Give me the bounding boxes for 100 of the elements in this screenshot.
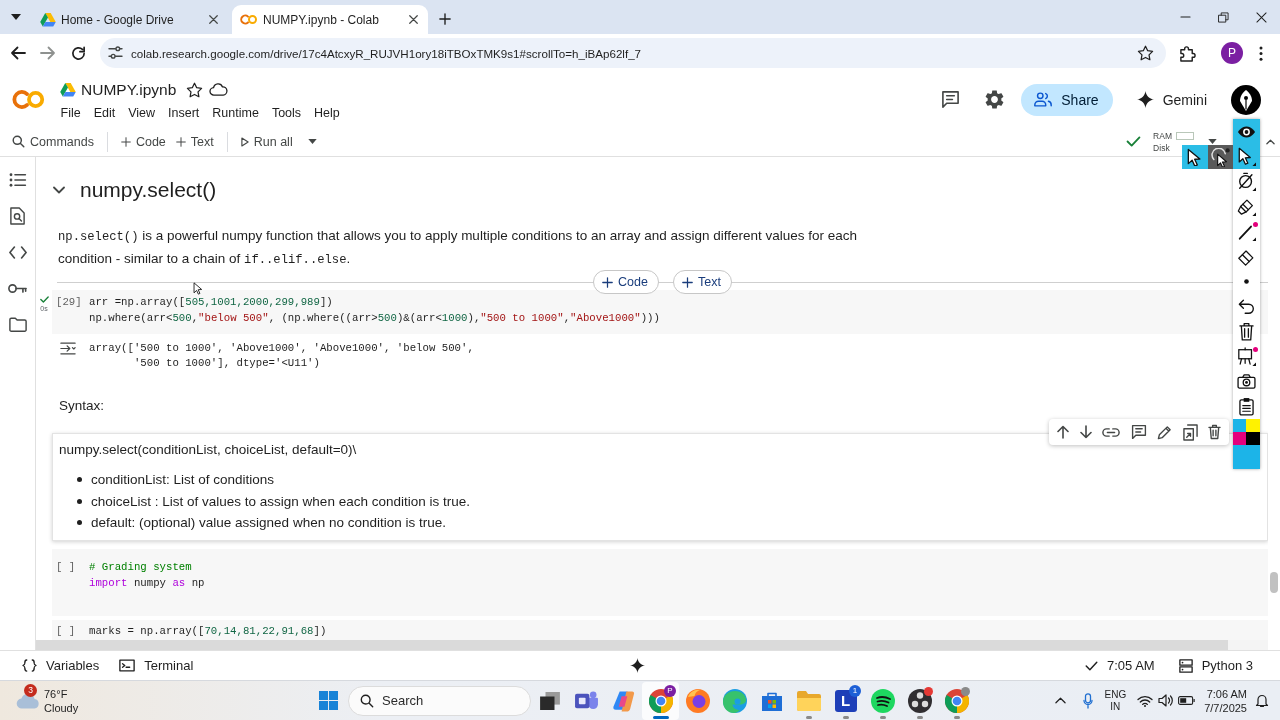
ram-meter	[1176, 131, 1194, 140]
menu-item[interactable]: Insert	[161, 101, 206, 124]
pointer-option-button[interactable]	[1182, 145, 1208, 169]
color-swatch[interactable]	[1246, 419, 1260, 432]
taskbar-app-button[interactable]: P	[642, 681, 679, 720]
settings-icon[interactable]	[985, 90, 1005, 109]
microphone-icon[interactable]	[1082, 692, 1093, 709]
key-icon[interactable]	[8, 282, 27, 294]
rings-logo[interactable]	[12, 89, 46, 110]
run-all-button[interactable]: Run all	[235, 129, 298, 154]
comment-icon[interactable]	[941, 90, 961, 109]
pencil-icon[interactable]	[1157, 424, 1172, 440]
undo-icon	[1237, 299, 1256, 314]
cloud-icon[interactable]	[209, 83, 229, 96]
chevron-up-icon[interactable]	[1054, 697, 1066, 704]
folder-icon[interactable]	[8, 316, 27, 332]
pen-nib-icon[interactable]	[1231, 84, 1261, 115]
chevron-down-icon[interactable]	[53, 186, 65, 194]
people-tile-icon	[575, 690, 598, 711]
puzzle-icon[interactable]	[1179, 44, 1196, 62]
menu-item[interactable]: Edit	[87, 101, 122, 124]
arrow-up-icon[interactable]	[1057, 425, 1069, 439]
restore-icon[interactable]	[1217, 11, 1229, 23]
plus-icon	[602, 276, 614, 288]
battery-icon[interactable]	[1178, 696, 1196, 705]
scrollbar-thumb[interactable]	[1270, 572, 1278, 593]
profile-avatar[interactable]: P	[1221, 42, 1243, 64]
assistant-button[interactable]: Gemini	[1132, 83, 1211, 116]
chevron-up-icon[interactable]	[1266, 138, 1275, 145]
insert-cell-button[interactable]: Code	[593, 270, 659, 294]
close-icon[interactable]	[209, 15, 218, 24]
tool-button[interactable]	[1233, 144, 1260, 169]
caret-down-icon[interactable]	[307, 139, 317, 144]
terminal-button[interactable]: Terminal	[119, 652, 194, 679]
plus-icon	[120, 136, 131, 147]
menu-item[interactable]: View	[121, 101, 162, 124]
color-swatch[interactable]	[1233, 419, 1246, 432]
close-icon[interactable]	[1255, 11, 1267, 23]
star-icon[interactable]	[1137, 45, 1154, 61]
wifi-icon[interactable]	[1137, 694, 1154, 707]
server-icon	[1178, 658, 1193, 673]
bell-icon[interactable]	[1255, 693, 1269, 708]
bullet-icon	[77, 477, 82, 483]
app-badge: 1	[849, 684, 861, 697]
search-icon	[12, 135, 25, 148]
color-swatch[interactable]	[1233, 432, 1246, 445]
notebook-title[interactable]: NUMPY.ipynb	[81, 80, 177, 99]
scrollbar-thumb[interactable]	[36, 640, 1228, 650]
execution-status-button[interactable]: 7:05 AM	[1084, 652, 1155, 679]
menu-item[interactable]: Tools	[265, 101, 308, 124]
tool-button[interactable]	[1233, 119, 1260, 144]
menu-item[interactable]: File	[54, 101, 88, 124]
commands-button[interactable]: Commands	[7, 129, 99, 154]
swirl-icon	[722, 688, 747, 713]
caret-down-icon[interactable]	[11, 14, 21, 20]
list-icon[interactable]	[8, 173, 27, 187]
menu-item[interactable]: Runtime	[205, 101, 266, 124]
arrow-down-icon[interactable]	[1079, 425, 1092, 439]
code-icon[interactable]	[8, 245, 27, 259]
document-search-icon[interactable]	[10, 207, 25, 225]
output-icon[interactable]	[60, 342, 76, 355]
variables-button[interactable]: Variables	[22, 652, 100, 679]
language-button[interactable]: ENG IN	[1104, 688, 1127, 713]
add-text-button[interactable]: Text	[170, 129, 219, 154]
sparkle-icon[interactable]	[630, 658, 645, 673]
browser-tab[interactable]: Home - Google Drive	[32, 5, 228, 34]
browser-tab[interactable]: NUMPY.ipynb - Colab	[232, 5, 428, 34]
search-field[interactable]: Search	[348, 685, 531, 716]
address-field[interactable]: colab.research.google.com/drive/17c4AtcxyR_RUJVH1ory18iTBOxTMK9s1#scrollTo=h_iBAp62lf_7	[100, 38, 1166, 68]
star-icon[interactable]	[186, 81, 204, 98]
color-swatch[interactable]	[1246, 432, 1260, 445]
rings-logo[interactable]	[240, 14, 258, 25]
add-code-button[interactable]: Code	[115, 129, 171, 154]
pointer-icon	[1237, 147, 1256, 166]
plus-icon	[681, 276, 693, 288]
play-icon	[240, 136, 249, 147]
forward-icon[interactable]	[40, 46, 56, 60]
minimize-icon[interactable]	[1179, 16, 1191, 18]
click-pointer-icon	[1210, 147, 1230, 167]
back-icon[interactable]	[10, 46, 26, 60]
section-heading: numpy.select()	[80, 178, 217, 202]
menu-item[interactable]: Help	[307, 101, 347, 124]
insert-cell-button[interactable]: Text	[672, 270, 732, 294]
square-arrow-icon[interactable]	[1182, 423, 1198, 441]
comment-icon[interactable]	[1130, 424, 1147, 440]
speaker-icon[interactable]	[1158, 694, 1174, 707]
start-icon[interactable]	[318, 691, 338, 710]
plus-icon[interactable]	[439, 13, 451, 25]
reload-icon[interactable]	[70, 45, 86, 61]
delete-icon[interactable]	[1208, 424, 1221, 440]
share-button[interactable]: Share	[1021, 83, 1113, 116]
clock-button[interactable]: 7:06 AM 7/7/2025	[1204, 686, 1247, 715]
close-icon[interactable]	[409, 15, 418, 24]
runtime-button[interactable]: Python 3	[1178, 652, 1253, 679]
pointer-option-button[interactable]	[1207, 145, 1233, 169]
link-icon[interactable]	[1102, 427, 1120, 437]
more-options-icon[interactable]	[1259, 45, 1263, 61]
code-line: # Grading system	[89, 559, 193, 575]
sliders-icon[interactable]	[108, 46, 123, 59]
color-swatch[interactable]	[1233, 445, 1260, 469]
